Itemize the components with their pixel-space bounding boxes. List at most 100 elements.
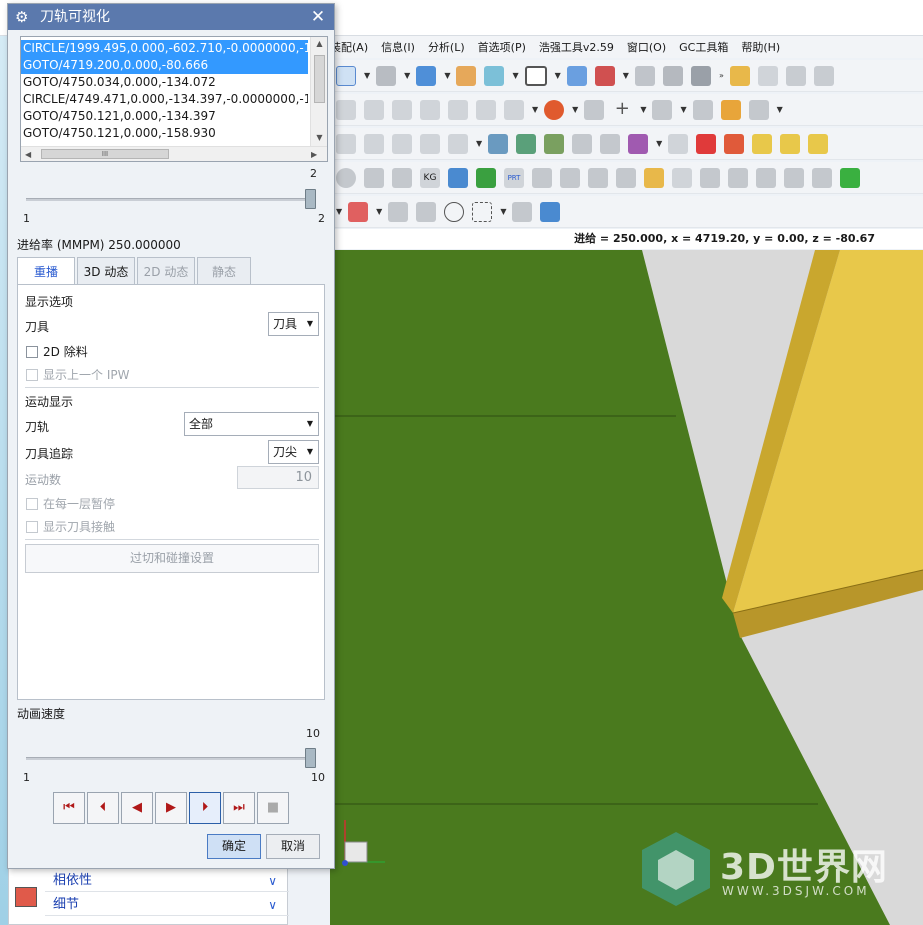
menu-assembly[interactable]: 装配(A) <box>330 39 368 55</box>
feature-icon[interactable] <box>757 65 778 86</box>
network-icon[interactable] <box>628 133 649 154</box>
tool-icon[interactable] <box>729 65 750 86</box>
menu-analysis[interactable]: 分析(L) <box>428 39 465 55</box>
sweep-icon[interactable] <box>392 167 412 188</box>
column-icon[interactable] <box>728 167 748 188</box>
copy-icon[interactable] <box>785 65 806 86</box>
tree-icon[interactable] <box>532 167 552 188</box>
chevron-down-icon[interactable]: ▼ <box>376 207 382 216</box>
ok-button[interactable]: 确定 <box>207 834 261 859</box>
sphere-icon[interactable] <box>336 167 356 188</box>
navigator-row-dependencies[interactable]: 相依性 ∨ <box>45 870 289 892</box>
menu-information[interactable]: 信息(I) <box>381 39 415 55</box>
rect-icon[interactable] <box>784 167 804 188</box>
position-slider-thumb[interactable] <box>305 189 316 209</box>
layer-icon[interactable] <box>484 65 505 86</box>
tool-trace-select[interactable]: 刀尖 ▼ <box>268 440 319 464</box>
chevron-down-icon[interactable]: ▼ <box>512 71 518 80</box>
hole-icon[interactable] <box>420 133 440 154</box>
cube-view-icon[interactable] <box>540 201 561 222</box>
curve-icon[interactable] <box>448 133 468 154</box>
pattern-icon[interactable] <box>616 167 636 188</box>
step-forward-button[interactable]: ⏵ <box>189 792 221 824</box>
scroll-down-icon[interactable]: ▼ <box>311 133 327 142</box>
layer-stack-multi-icon[interactable] <box>544 133 565 154</box>
paste-icon[interactable] <box>813 65 834 86</box>
scrollbar-thumb[interactable] <box>314 55 325 103</box>
scroll-up-icon[interactable]: ▲ <box>311 39 327 48</box>
pin-icon[interactable] <box>388 201 409 222</box>
datum-icon[interactable] <box>652 99 673 120</box>
snap-icon[interactable] <box>348 201 369 222</box>
intersect-icon[interactable] <box>572 133 593 154</box>
toolpath-list-item[interactable]: GOTO/4750.034,0.000,-134.072 <box>21 74 308 91</box>
chevron-down-icon[interactable]: ▼ <box>555 71 561 80</box>
pause-each-layer-checkbox[interactable]: 在每一层暂停 <box>26 495 115 512</box>
route-icon[interactable] <box>416 201 437 222</box>
vertical-scrollbar[interactable]: ▲ ▼ <box>310 37 327 147</box>
horizontal-scrollbar[interactable]: ◀ III ▶ <box>21 146 327 161</box>
blocks-icon[interactable] <box>644 167 664 188</box>
checkbox-box[interactable] <box>26 369 38 381</box>
plane-offset-icon[interactable] <box>780 133 801 154</box>
assembly-constraint-icon[interactable] <box>594 65 615 86</box>
wave-icon[interactable] <box>690 65 711 86</box>
chevron-down-icon[interactable]: ▼ <box>500 207 506 216</box>
sheet-icon[interactable] <box>336 99 356 120</box>
arrow-up-icon[interactable] <box>696 133 717 154</box>
fit-view-icon[interactable] <box>336 65 356 86</box>
show-tool-contact-checkbox[interactable]: 显示刀具接触 <box>26 518 115 535</box>
chevron-down-icon[interactable]: ▼ <box>404 71 410 80</box>
bar-icon[interactable] <box>756 167 776 188</box>
edit-section-icon[interactable] <box>456 65 477 86</box>
shaded-cube-icon[interactable] <box>416 65 437 86</box>
csys-icon[interactable] <box>692 99 713 120</box>
toolpath-list-item[interactable]: GOTO/4719.200,0.000,-80.666 <box>21 57 308 74</box>
note-icon[interactable] <box>392 99 412 120</box>
show-previous-ipw-checkbox[interactable]: 显示上一个 IPW <box>26 366 129 383</box>
chevron-down-icon[interactable]: ▼ <box>476 139 482 148</box>
step-back-button[interactable]: ⏴ <box>87 792 119 824</box>
chevron-down-icon[interactable]: ▼ <box>532 105 538 114</box>
window-icon[interactable] <box>524 65 547 86</box>
stack-icon[interactable] <box>560 167 580 188</box>
view-icon[interactable] <box>512 201 533 222</box>
scroll-right-icon[interactable]: ▶ <box>311 147 317 161</box>
orient-view-icon[interactable] <box>376 65 397 86</box>
chevron-down-icon[interactable]: ∨ <box>268 894 277 916</box>
chevron-down-icon[interactable]: ▼ <box>777 105 783 114</box>
scrollbar-thumb[interactable]: III <box>41 149 169 159</box>
speed-slider-track[interactable] <box>26 748 316 768</box>
close-icon[interactable]: ✕ <box>309 4 327 30</box>
measure-icon[interactable] <box>634 65 655 86</box>
position-slider-track[interactable] <box>26 189 316 209</box>
checkbox-box[interactable] <box>26 346 38 358</box>
chevron-down-icon[interactable]: » <box>719 71 724 80</box>
move-component-icon[interactable] <box>566 65 587 86</box>
navigator-book-icon[interactable] <box>15 887 37 907</box>
graphics-viewport[interactable] <box>330 250 923 925</box>
vertical-dim-icon[interactable] <box>364 133 384 154</box>
chevron-down-icon[interactable]: ▼ <box>680 105 686 114</box>
tab-2d-dynamic[interactable]: 2D 动态 <box>137 257 195 285</box>
menu-window[interactable]: 窗口(O) <box>627 39 666 55</box>
toolpath-list-item[interactable]: GOTO/4750.121,0.000,-158.930 <box>21 125 308 142</box>
plus-icon[interactable]: + <box>612 99 633 120</box>
doc-icon[interactable] <box>504 99 524 120</box>
chevron-down-icon[interactable]: ▼ <box>656 139 662 148</box>
plane-stack-icon[interactable] <box>808 133 829 154</box>
toolpath-list-item[interactable]: CIRCLE/1999.495,0.000,-602.710,-0.000000… <box>21 40 308 57</box>
material-removal-2d-checkbox[interactable]: 2D 除料 <box>26 343 88 360</box>
motion-count-input[interactable]: 10 <box>237 466 319 489</box>
menu-haoqiang-tools[interactable]: 浩强工具v2.59 <box>539 39 614 55</box>
dialog-title-bar[interactable]: ⚙ 刀轨可视化 ✕ <box>8 4 334 30</box>
flag-icon[interactable] <box>364 99 384 120</box>
edit-icon[interactable] <box>476 99 496 120</box>
cancel-button[interactable]: 取消 <box>266 834 320 859</box>
check-icon[interactable] <box>840 167 860 188</box>
gear-icon[interactable]: ⚙ <box>15 4 28 30</box>
table-icon[interactable] <box>448 99 468 120</box>
layer-stack-icon[interactable] <box>488 133 509 154</box>
step-icon[interactable] <box>588 167 608 188</box>
chevron-down-icon[interactable]: ▼ <box>640 105 646 114</box>
